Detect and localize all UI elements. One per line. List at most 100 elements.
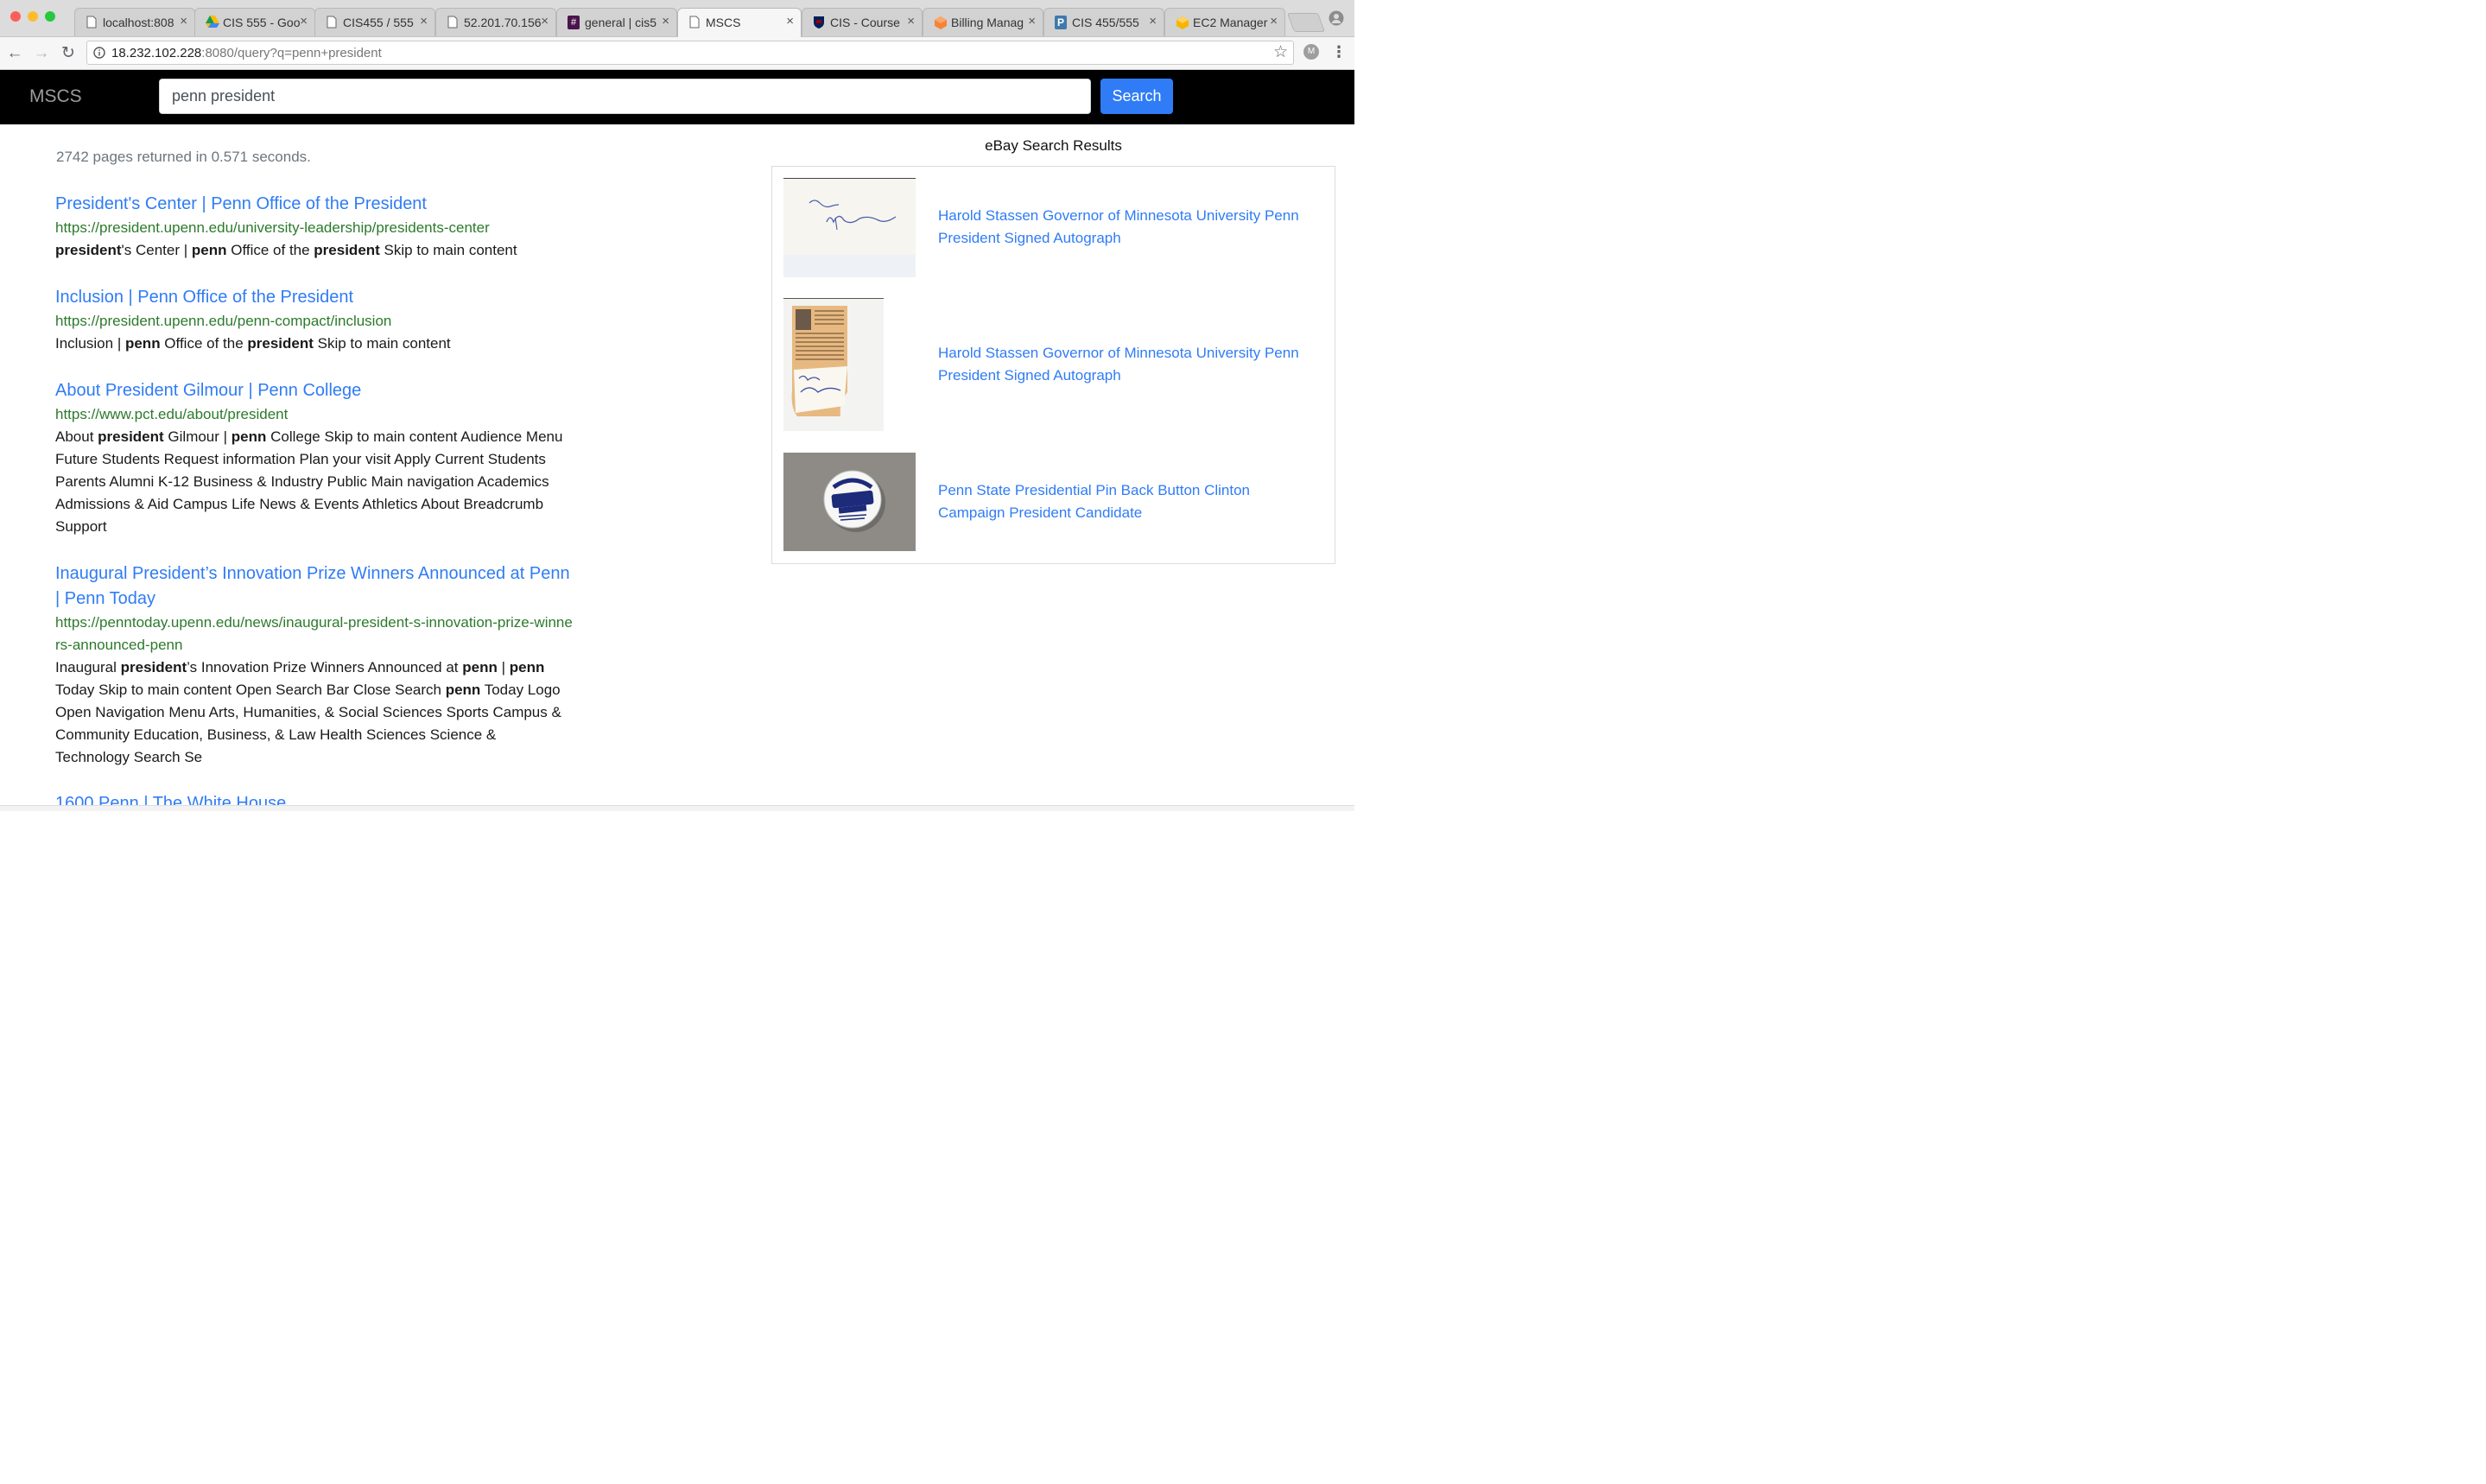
close-icon[interactable]: × (420, 15, 428, 29)
search-result: Inaugural President’s Innovation Prize W… (55, 561, 574, 769)
close-icon[interactable]: × (1028, 15, 1036, 29)
menu-kebab-icon[interactable]: ⋮ (1331, 43, 1347, 60)
snippet-highlight: penn (191, 242, 227, 258)
window-minimize-button[interactable] (28, 11, 38, 22)
close-icon[interactable]: × (907, 15, 915, 29)
ebay-heading: eBay Search Results (985, 137, 1122, 154)
snippet-text: Gilmour | (163, 428, 231, 445)
tab-title: EC2 Manager (1193, 16, 1268, 29)
profile-icon[interactable] (1329, 10, 1344, 26)
url-path: :8080/query?q=penn+president (201, 46, 382, 60)
result-title-link[interactable]: Inclusion | Penn Office of the President (55, 285, 574, 310)
snippet-text: Inclusion | (55, 335, 125, 352)
browser-tab[interactable]: Billing Manag × (923, 8, 1043, 36)
snippet-text: About (55, 428, 98, 445)
reload-icon[interactable]: ↻ (59, 44, 78, 63)
window-close-button[interactable] (10, 11, 21, 22)
ebay-item-link[interactable]: Harold Stassen Governor of Minnesota Uni… (938, 342, 1318, 387)
browser-tab[interactable]: P CIS 455/555 × (1043, 8, 1164, 36)
tab-title: CIS - Course (830, 16, 900, 29)
google-drive-icon (206, 16, 219, 29)
snippet-text: Office of the (226, 242, 314, 258)
ebay-results-panel: Harold Stassen Governor of Minnesota Uni… (771, 166, 1335, 564)
search-button[interactable]: Search (1100, 79, 1173, 114)
piazza-icon: P (1055, 16, 1067, 29)
browser-tab[interactable]: CIS 555 - Goo × (194, 8, 315, 36)
browser-tab[interactable]: 52.201.70.156 × (435, 8, 556, 36)
new-tab-button[interactable] (1286, 13, 1326, 32)
snippet-text: Office of the (160, 335, 248, 352)
search-result: President's Center | Penn Office of the … (55, 192, 574, 262)
newspaper-clipping-image[interactable] (783, 298, 884, 431)
snippet-text: Skip to main content (313, 335, 451, 352)
browser-tabstrip: localhost:808 × CIS 555 - Goo × CIS455 /… (0, 0, 1354, 37)
page-icon (688, 16, 701, 29)
extension-avatar-icon[interactable]: M (1303, 44, 1319, 60)
bookmark-star-icon[interactable]: ☆ (1273, 44, 1288, 61)
info-icon[interactable] (93, 47, 105, 59)
tab-title: CIS455 / 555 (343, 16, 414, 29)
tab-title: localhost:808 (103, 16, 174, 29)
snippet-highlight: president (120, 659, 187, 675)
snippet-text: 's Center | (121, 242, 192, 258)
snippet-text: Skip to main content (379, 242, 517, 258)
close-icon[interactable]: × (541, 15, 549, 29)
close-icon[interactable]: × (662, 15, 669, 29)
address-bar[interactable]: 18.232.102.228:8080/query?q=penn+preside… (86, 41, 1294, 65)
tab-title: MSCS (706, 16, 741, 29)
browser-tab[interactable]: CIS455 / 555 × (314, 8, 435, 36)
snippet-highlight: penn (124, 335, 161, 352)
close-icon[interactable]: × (300, 15, 308, 29)
search-result: Inclusion | Penn Office of the President… (55, 285, 574, 355)
back-arrow-icon[interactable]: ← (5, 44, 24, 63)
search-result: 1600 Penn | The White House (55, 791, 574, 805)
browser-tab[interactable]: CIS - Course × (802, 8, 923, 36)
close-icon[interactable]: × (180, 15, 187, 29)
window-zoom-button[interactable] (45, 11, 55, 22)
browser-tab[interactable]: EC2 Manager × (1164, 8, 1285, 36)
snippet-highlight: penn (445, 682, 481, 698)
tab-title: general | cis5 (585, 16, 657, 29)
result-url: https://president.upenn.edu/penn-compact… (55, 313, 392, 329)
address-url: 18.232.102.228:8080/query?q=penn+preside… (111, 46, 382, 61)
search-result: About President Gilmour | Penn College h… (55, 378, 574, 538)
browser-toolbar: ← → ↻ 18.232.102.228:8080/query?q=penn+p… (0, 37, 1354, 70)
tab-title: CIS 455/555 (1072, 16, 1139, 29)
browser-tab[interactable]: # general | cis5 × (556, 8, 677, 36)
result-stats: 2742 pages returned in 0.571 seconds. (56, 149, 311, 165)
browser-tab-active[interactable]: MSCS × (677, 8, 802, 37)
snippet-highlight: president (98, 428, 164, 445)
aws-cube-icon (934, 16, 947, 29)
ebay-item-link[interactable]: Harold Stassen Governor of Minnesota Uni… (938, 205, 1318, 250)
close-icon[interactable]: × (1149, 15, 1157, 29)
campaign-button-image[interactable] (783, 453, 916, 551)
close-icon[interactable]: × (786, 15, 794, 29)
snippet-highlight: penn (462, 659, 498, 675)
brand-logo[interactable]: MSCS (29, 86, 82, 108)
url-host: 18.232.102.228 (111, 46, 202, 60)
page-bottom-edge (0, 805, 1354, 811)
browser-tab[interactable]: localhost:808 × (74, 8, 195, 36)
snippet-highlight: president (247, 335, 314, 352)
result-title-link[interactable]: Inaugural President’s Innovation Prize W… (55, 561, 574, 612)
snippet-highlight: penn (231, 428, 267, 445)
search-input[interactable] (159, 79, 1091, 114)
result-url: https://president.upenn.edu/university-l… (55, 219, 490, 236)
result-title-link[interactable]: 1600 Penn | The White House (55, 791, 574, 805)
slack-icon: # (568, 16, 580, 29)
result-title-link[interactable]: President's Center | Penn Office of the … (55, 192, 574, 217)
snippet-text: Today Skip to main content Open Search B… (55, 682, 446, 698)
result-title-link[interactable]: About President Gilmour | Penn College (55, 378, 574, 403)
snippet-highlight: penn (509, 659, 545, 675)
snippet-text: | (497, 659, 510, 675)
result-snippet: Inaugural president’s Innovation Prize W… (55, 656, 574, 769)
result-snippet: About president Gilmour | penn College S… (55, 426, 574, 538)
tab-title: Billing Manag (951, 16, 1024, 29)
close-icon[interactable]: × (1270, 15, 1278, 29)
snippet-text: Inaugural (55, 659, 121, 675)
ebay-item-link[interactable]: Penn State Presidential Pin Back Button … (938, 479, 1318, 524)
snippet-highlight: president (314, 242, 380, 258)
forward-arrow-icon[interactable]: → (32, 44, 51, 63)
signed-card-image[interactable] (783, 178, 916, 277)
penn-shield-icon (813, 16, 825, 29)
